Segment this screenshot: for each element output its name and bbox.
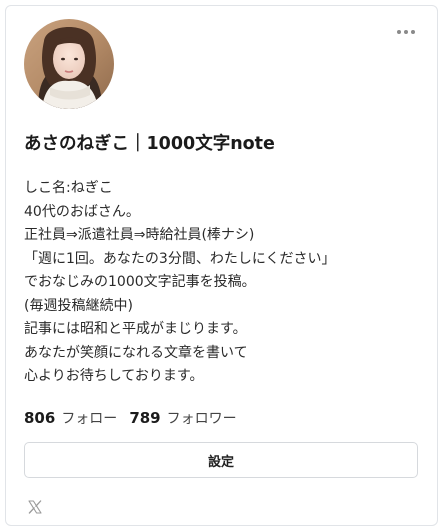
- bio-line: 40代のおばさん。: [24, 203, 140, 220]
- following-label[interactable]: フォロー: [61, 408, 117, 428]
- bio-line: あなたが笑顔になれる文章を書いて: [24, 344, 248, 361]
- followers-count[interactable]: 789: [129, 409, 160, 427]
- profile-card: あさのねぎこ｜1000文字note しこ名:ねぎこ 40代のおばさん。 正社員⇒…: [5, 5, 438, 526]
- settings-button[interactable]: 設定: [24, 442, 418, 478]
- bio-line: 心よりお待ちしております。: [24, 368, 204, 384]
- bio-line: 「週に1回。あなたの3分間、わたしにください」: [24, 250, 336, 267]
- profile-bio: しこ名:ねぎこ 40代のおばさん。 正社員⇒派遣社員⇒時給社員(棒ナシ) 「週に…: [24, 177, 424, 389]
- follow-stats: 806 フォロー 789 フォロワー: [24, 408, 237, 428]
- more-options-icon[interactable]: [394, 24, 418, 40]
- bio-line: でおなじみの1000文字記事を投稿。: [24, 274, 256, 290]
- following-count[interactable]: 806: [24, 409, 55, 427]
- profile-name[interactable]: あさのねぎこ｜1000文字note: [24, 131, 424, 157]
- bio-line: 記事には昭和と平成がまじります。: [24, 321, 247, 337]
- bio-line: (毎週投稿継続中): [24, 297, 133, 314]
- avatar[interactable]: [24, 19, 114, 109]
- bio-line: 正社員⇒派遣社員⇒時給社員(棒ナシ): [24, 227, 255, 243]
- followers-label[interactable]: フォロワー: [167, 408, 237, 428]
- x-logo-icon[interactable]: [28, 499, 42, 514]
- bio-line: しこ名:ねぎこ: [24, 180, 113, 196]
